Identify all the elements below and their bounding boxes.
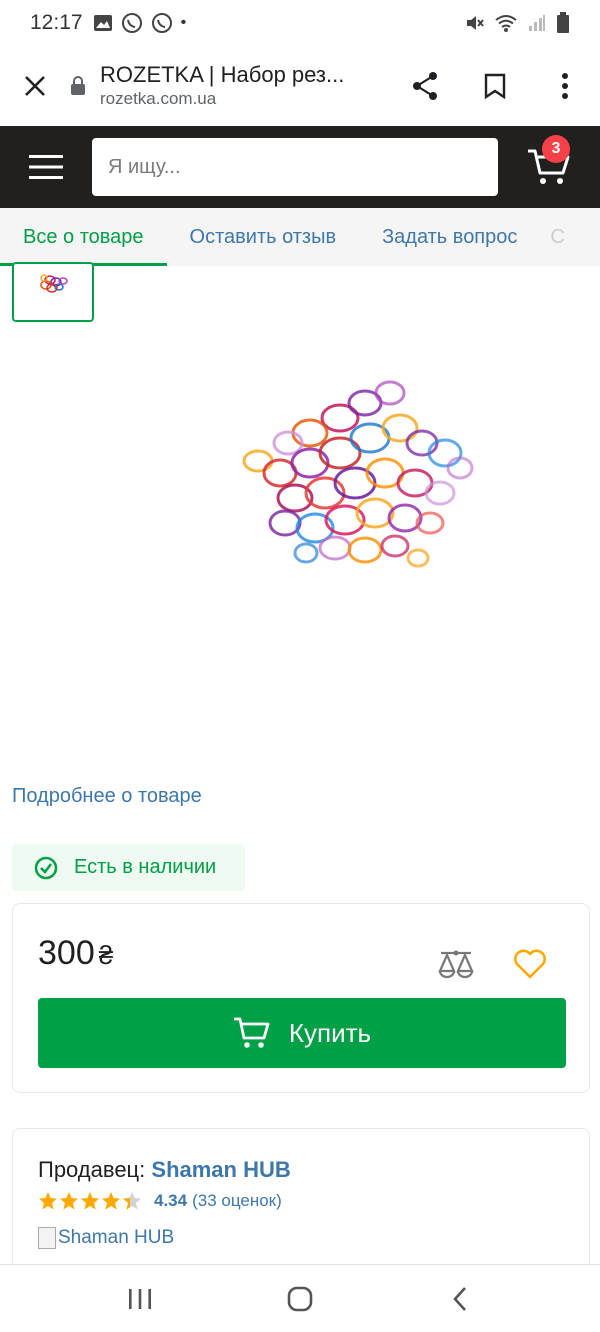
broken-image-icon [38,1227,56,1249]
system-nav-bar [0,1264,600,1332]
viber-icon [151,13,172,33]
close-icon [25,76,45,96]
add-to-wishlist-button[interactable] [506,942,554,986]
cart-icon [233,1017,270,1048]
seller-rating[interactable]: 4.34 (33 оценок) [38,1191,282,1211]
rating-value: 4.34 [154,1191,188,1210]
seller-label: Продавец: [38,1157,146,1182]
seller-logo-alt: Shaman HUB [58,1227,175,1248]
tab-more[interactable]: С [540,208,587,266]
rating-stars [38,1191,142,1211]
cart-count-badge: 3 [542,135,570,163]
site-header: Я ищу... 3 [0,126,600,208]
bookmark-icon [484,73,506,99]
tab-leave-review[interactable]: Оставить отзыв [167,208,360,266]
back-button[interactable] [420,1269,500,1329]
home-button[interactable] [260,1269,340,1329]
recents-icon [129,1288,151,1309]
star-icon [102,1192,120,1210]
recent-apps-button[interactable] [100,1269,180,1329]
status-left-icons: • [93,12,187,34]
wifi-icon [495,15,517,32]
browser-toolbar: ROZETKA | Набор рез... rozetka.com.ua [0,46,600,126]
cart-button[interactable]: 3 [498,126,600,208]
product-image[interactable] [160,268,580,728]
page-domain: rozetka.com.ua [100,89,217,108]
signal-icon [529,15,545,31]
price-value: 300 [38,934,95,972]
product-price: 300 ₴ [38,934,113,973]
star-icon [60,1192,78,1210]
star-icon [39,1192,57,1210]
stock-status-text: Есть в наличии [74,856,217,878]
lock-icon [70,76,92,96]
seller-line: Продавец: Shaman HUB [38,1157,291,1183]
more-menu-button[interactable] [530,46,600,126]
price-card: 300 ₴ Купить [12,903,590,1093]
compare-button[interactable] [431,944,481,984]
home-icon [287,1286,313,1311]
hamburger-icon [29,155,63,179]
seller-name-link[interactable]: Shaman HUB [151,1157,290,1182]
buy-button[interactable]: Купить [38,998,566,1068]
star-partial-icon [123,1192,141,1210]
product-tabs: Все о товаре Оставить отзыв Задать вопро… [0,208,600,266]
compare-scales-icon [438,950,474,979]
search-input[interactable]: Я ищу... [92,138,498,196]
close-tab-button[interactable] [0,46,70,126]
tab-ask-question[interactable]: Задать вопрос [359,208,540,266]
more-vert-icon [562,73,568,99]
rating-count: (33 оценок) [192,1191,282,1210]
seller-card: Продавец: Shaman HUB 4.34 (33 оценок) Sh… [12,1128,590,1278]
heart-icon [514,949,546,979]
status-right-icons [464,12,570,34]
search-placeholder: Я ищу... [108,155,181,178]
mute-icon [467,16,484,30]
check-circle-icon [34,856,58,879]
gallery-icon [93,15,112,31]
share-icon [413,72,437,100]
url-area[interactable]: ROZETKA | Набор рез... rozetka.com.ua [100,62,390,110]
bookmark-button[interactable] [460,46,530,126]
status-dot: • [180,14,187,31]
tab-all-about-product[interactable]: Все о товаре [0,208,167,266]
product-details-link[interactable]: Подробнее о товаре [12,785,202,808]
menu-button[interactable] [0,126,92,208]
gallery-thumbnail[interactable] [12,262,94,322]
status-time: 12:17 [30,11,83,34]
stock-status-badge: Есть в наличии [12,844,245,891]
viber-icon [121,13,142,33]
star-icon [81,1192,99,1210]
buy-button-label: Купить [288,1017,372,1048]
page-title: ROZETKA | Набор рез... [100,62,345,87]
battery-icon [557,12,569,33]
seller-logo[interactable]: Shaman HUB [38,1227,174,1249]
share-button[interactable] [390,46,460,126]
price-currency: ₴ [98,940,114,970]
back-chevron-icon [453,1286,466,1311]
status-bar: 12:17 • [0,0,600,46]
